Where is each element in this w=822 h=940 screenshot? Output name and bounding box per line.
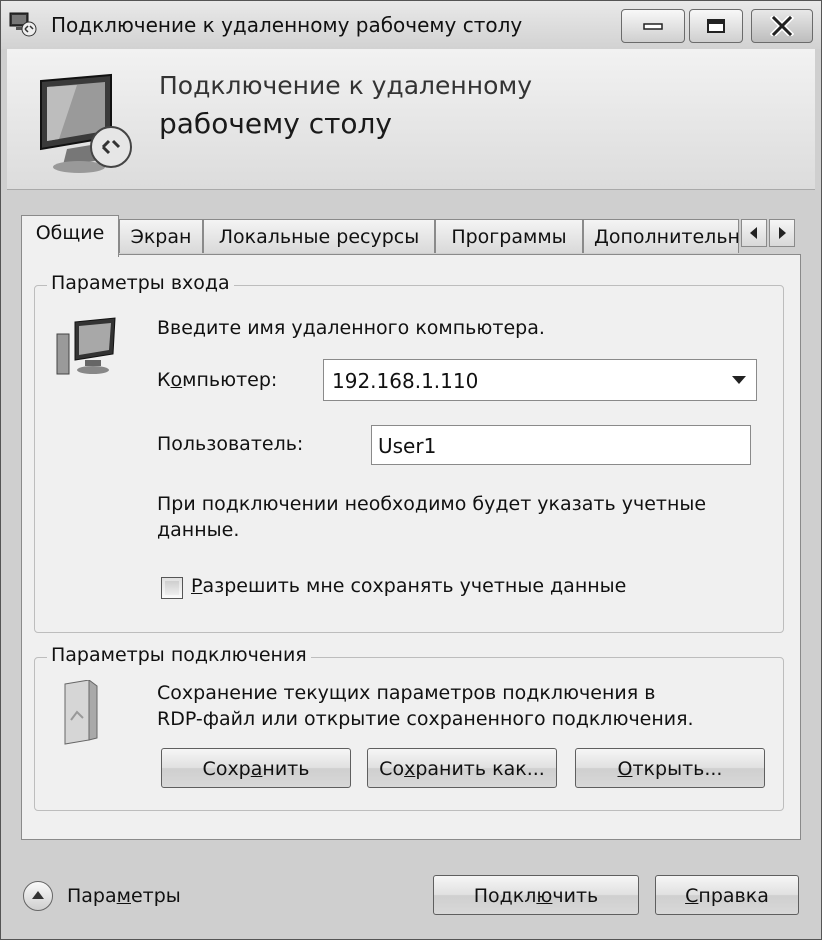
header-title-line2: рабочему столу [159,107,392,140]
connection-settings-legend: Параметры подключения [47,644,311,666]
close-icon [770,16,794,36]
title-bar[interactable]: Подключение к удаленному рабочему столу [1,1,821,49]
remote-desktop-icon[interactable] [9,11,37,37]
computer-icon [53,316,119,386]
user-label: Пользователь: [157,433,304,455]
rdp-window: Подключение к удаленному рабочему столу [0,0,822,940]
tab-display-label: Экран [130,226,192,248]
remember-credentials-checkbox[interactable] [161,577,183,599]
chevron-up-icon [32,891,44,899]
enter-computer-hint: Введите имя удаленного компьютера. [157,317,545,339]
arrow-left-icon [750,227,757,239]
remember-credentials-label[interactable]: Разрешить мне сохранять учетные данные [191,575,626,597]
user-value: User1 [378,434,437,458]
minimize-icon [643,23,663,30]
connect-button[interactable]: Подключить [433,875,639,915]
tab-strip: Общие Экран Локальные ресурсы Программы … [21,215,801,257]
window-title: Подключение к удаленному рабочему столу [51,13,523,37]
save-button[interactable]: Сохранить [161,748,351,788]
connection-settings-group: Параметры подключения Сохранение текущих… [34,644,784,811]
computer-combobox[interactable]: 192.168.1.110 [323,359,757,401]
tab-advanced-label: Дополнительно [594,226,739,248]
open-button[interactable]: Открыть... [575,748,765,788]
minimize-button[interactable] [621,9,685,43]
tab-scroll-right-button[interactable] [769,219,795,247]
save-as-button[interactable]: Сохранить как... [367,748,557,788]
connection-desc-line1: Сохранение текущих параметров подключени… [157,682,656,704]
login-settings-group: Параметры входа Введите имя удаленного к… [34,272,784,633]
tab-display[interactable]: Экран [119,219,203,253]
header-banner: Подключение к удаленному рабочему столу [7,49,815,190]
maximize-button[interactable] [689,9,743,43]
tab-advanced[interactable]: Дополнительно [583,219,739,253]
arrow-right-icon [779,227,786,239]
options-label[interactable]: Параметры [67,885,181,907]
computer-value: 192.168.1.110 [332,369,479,393]
dropdown-arrow-icon [732,376,746,384]
credentials-note-line1: При подключении необходимо будет указать… [157,493,707,515]
tab-programs-label: Программы [451,226,567,248]
tab-local-resources-label: Локальные ресурсы [218,226,420,248]
options-toggle-button[interactable] [23,881,53,911]
remote-desktop-monitor-icon [37,71,147,181]
login-settings-legend: Параметры входа [47,272,234,294]
tab-programs[interactable]: Программы [435,219,583,253]
tab-scroll-left-button[interactable] [741,219,767,247]
tab-general-label: Общие [35,222,105,244]
header-title-line1: Подключение к удаленному [159,71,533,100]
maximize-icon [707,19,725,33]
connection-desc-line2: RDP-файл или открытие сохраненного подкл… [157,708,694,730]
tab-local-resources[interactable]: Локальные ресурсы [203,219,435,253]
user-input[interactable]: User1 [371,425,751,465]
rdp-file-icon [61,679,101,750]
credentials-note-line2: данные. [157,519,240,541]
tab-general[interactable]: Общие [21,215,119,257]
tab-panel-general: Параметры входа Введите имя удаленного к… [21,254,801,840]
close-button[interactable] [751,9,813,43]
help-button[interactable]: Справка [655,875,799,915]
computer-label: Компьютер: [157,369,278,391]
